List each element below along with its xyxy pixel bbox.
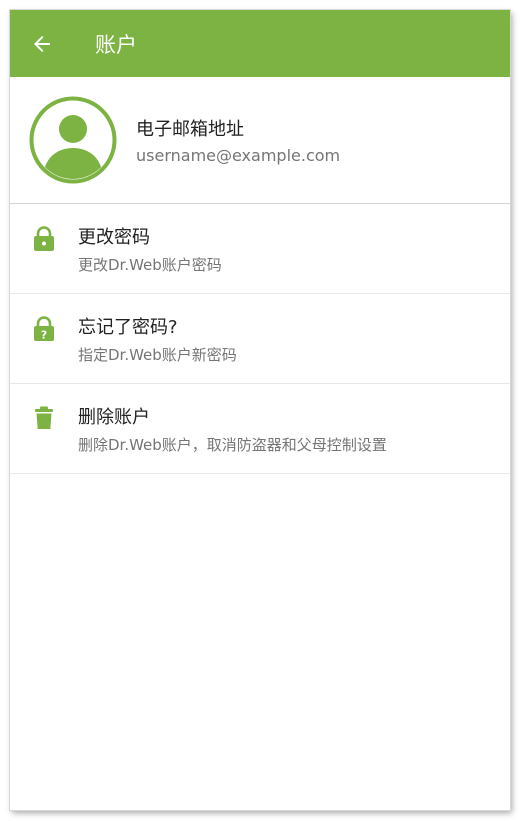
user-avatar-icon bbox=[29, 96, 117, 184]
app-bar: 账户 bbox=[10, 10, 510, 77]
delete-account-title: 删除账户 bbox=[78, 406, 150, 428]
delete-account-subtitle: 删除Dr.Web账户，取消防盗器和父母控制设置 bbox=[78, 435, 387, 454]
app-window: 账户 电子邮箱地址 username@example.com 更改密码 更改Dr… bbox=[10, 10, 510, 810]
page-title: 账户 bbox=[95, 32, 137, 57]
svg-text:?: ? bbox=[41, 329, 47, 342]
lock-icon bbox=[10, 204, 78, 252]
email-value: username@example.com bbox=[136, 146, 341, 165]
account-header: 电子邮箱地址 username@example.com bbox=[10, 77, 510, 204]
change-password-subtitle: 更改Dr.Web账户密码 bbox=[78, 255, 222, 274]
account-info: 电子邮箱地址 username@example.com bbox=[136, 115, 340, 165]
delete-account-item[interactable]: 删除账户 删除Dr.Web账户，取消防盗器和父母控制设置 bbox=[10, 384, 510, 474]
back-button[interactable] bbox=[10, 10, 76, 77]
change-password-item[interactable]: 更改密码 更改Dr.Web账户密码 bbox=[10, 204, 510, 294]
change-password-title: 更改密码 bbox=[78, 226, 150, 248]
arrow-left-icon bbox=[34, 35, 50, 52]
forgot-password-title: 忘记了密码? bbox=[78, 316, 178, 338]
lock-question-icon: ? bbox=[10, 294, 78, 342]
email-label: 电子邮箱地址 bbox=[136, 119, 244, 140]
forgot-password-subtitle: 指定Dr.Web账户新密码 bbox=[78, 345, 237, 364]
forgot-password-item[interactable]: ? 忘记了密码? 指定Dr.Web账户新密码 bbox=[10, 294, 510, 384]
trash-icon bbox=[10, 384, 78, 430]
